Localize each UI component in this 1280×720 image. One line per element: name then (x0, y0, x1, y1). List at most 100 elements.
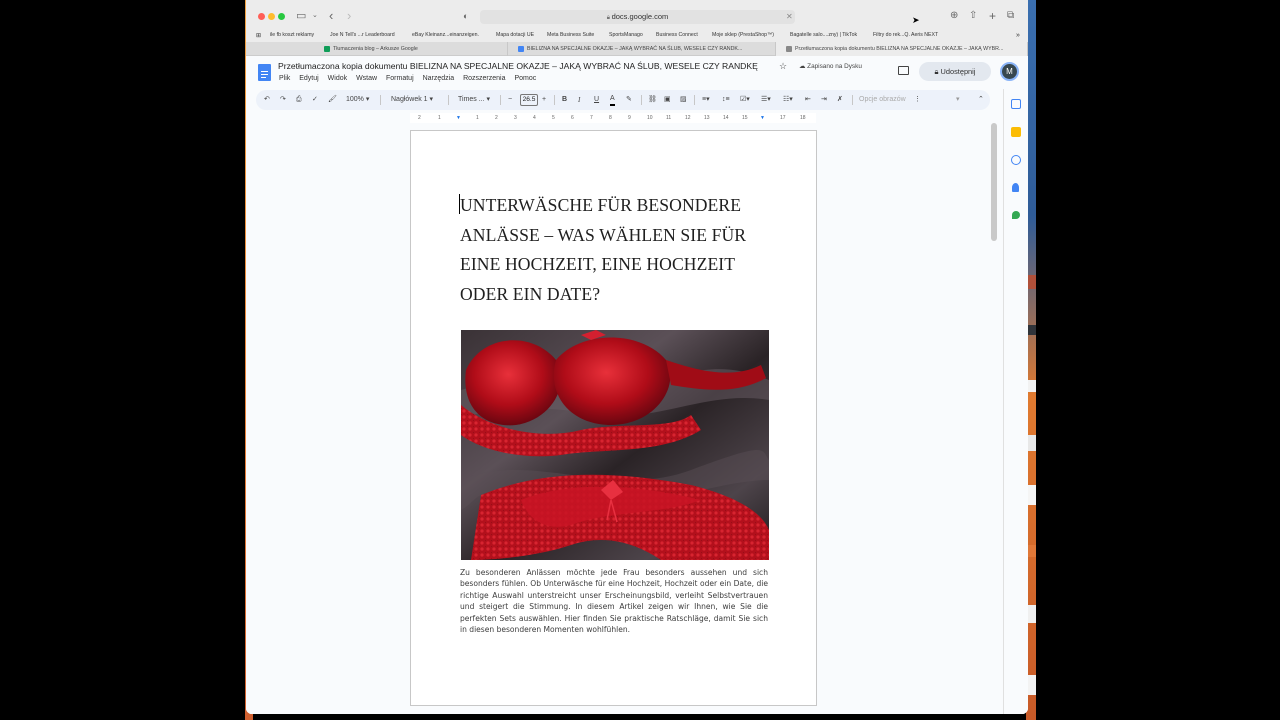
maps-icon[interactable] (1012, 211, 1020, 219)
decrease-indent-icon[interactable]: ⇤ (805, 94, 811, 106)
add-comment-icon[interactable]: ▣ (664, 94, 671, 106)
bookmark-item[interactable]: Mapa dotacji UE (496, 32, 534, 38)
mode-chevron-icon[interactable]: ▾ (956, 94, 960, 106)
tab-translated-doc[interactable]: Przetłumaczona kopia dokumentu BIELIZNA … (776, 42, 1028, 56)
keep-icon[interactable] (1011, 127, 1021, 137)
address-bar[interactable]: 🔒︎ docs.google.com (480, 10, 795, 24)
align-icon[interactable]: ≡▾ (702, 94, 710, 106)
checklist-icon[interactable]: ☑▾ (740, 94, 750, 106)
text-color-icon[interactable]: A (610, 94, 615, 106)
bookmark-item[interactable]: Business Connect (656, 32, 698, 38)
italic-icon[interactable]: I (578, 94, 580, 106)
comment-history-icon[interactable] (898, 66, 909, 75)
menu-format[interactable]: Formatuj (386, 75, 414, 82)
clear-formatting-icon[interactable]: ✗ (837, 94, 843, 106)
menu-help[interactable]: Pomoc (514, 75, 536, 82)
highlight-icon[interactable]: ✎ (626, 94, 632, 106)
menu-tools[interactable]: Narzędzia (423, 75, 455, 82)
back-arrow-icon[interactable]: ‹ (329, 9, 333, 23)
docs-logo-icon[interactable] (258, 64, 271, 81)
menu-insert[interactable]: Wstaw (356, 75, 377, 82)
minimize-window-button[interactable] (268, 13, 275, 20)
decrease-font-size-icon[interactable]: − (508, 94, 512, 106)
tab-original-doc[interactable]: BIELIZNA NA SPECJALNE OKAZJE – JAKĄ WYBR… (508, 42, 776, 56)
bookmarks-overflow-icon[interactable]: » (1016, 32, 1020, 39)
image-options-button[interactable]: Opcje obrazów (859, 94, 906, 106)
ruler-number: 17 (780, 115, 786, 121)
new-tab-icon[interactable]: + (989, 9, 996, 23)
font-select[interactable]: Times ... ▾ (458, 94, 490, 106)
link-icon[interactable]: ⛓︎ (648, 94, 657, 106)
zoom-select[interactable]: 100% ▾ (346, 94, 369, 106)
tab-bar: Tłumaczenia blog – Arkusze Google BIELIZ… (246, 42, 1028, 56)
increase-font-size-icon[interactable]: + (542, 94, 546, 106)
document-canvas[interactable]: UNTERWÄSCHE FÜR BESONDERE ANLÄSSE – WAS … (246, 123, 1028, 714)
increase-indent-icon[interactable]: ⇥ (821, 94, 827, 106)
menu-file[interactable]: Plik (279, 75, 290, 82)
bookmark-item[interactable]: eBay Kleinanz...einanzeigen. (412, 32, 479, 38)
menu-edit[interactable]: Edytuj (299, 75, 318, 82)
bookmark-item[interactable]: Bagatelle salo....zny) | TikTok (790, 32, 857, 38)
font-size-input[interactable]: 26.5 (520, 94, 538, 106)
document-heading[interactable]: UNTERWÄSCHE FÜR BESONDERE ANLÄSSE – WAS … (460, 191, 780, 309)
avatar[interactable]: M (1000, 62, 1019, 81)
download-icon[interactable]: ⊕ (950, 9, 958, 23)
tasks-icon[interactable] (1011, 155, 1021, 165)
ruler-number: 13 (704, 115, 710, 121)
bookmark-item[interactable]: Meta Business Suite (547, 32, 594, 38)
scrollbar[interactable] (991, 123, 997, 241)
menu-extensions[interactable]: Rozszerzenia (463, 75, 505, 82)
bookmark-item[interactable]: Filtry do rek...Q. Aeris NEXT (873, 32, 938, 38)
ruler-number: 15 (742, 115, 748, 121)
document-page[interactable]: UNTERWÄSCHE FÜR BESONDERE ANLÄSSE – WAS … (410, 130, 817, 706)
chevron-down-icon[interactable]: ⌄ (312, 9, 318, 23)
undo-icon[interactable]: ↶ (264, 94, 270, 106)
contacts-icon[interactable] (1012, 183, 1019, 192)
menu-bar: Plik Edytuj Widok Wstaw Formatuj Narzędz… (279, 75, 543, 82)
spellcheck-icon[interactable]: ✓ (312, 94, 318, 106)
redo-icon[interactable]: ↷ (280, 94, 286, 106)
bulleted-list-icon[interactable]: ☰▾ (761, 94, 771, 106)
document-title[interactable]: Przetłumaczona kopia dokumentu BIELIZNA … (278, 61, 758, 71)
paint-format-icon[interactable]: 🖌︎ (328, 94, 337, 106)
indent-marker-icon[interactable]: ▼ (456, 113, 461, 123)
bookmark-item[interactable]: SportsManago (609, 32, 643, 38)
numbered-list-icon[interactable]: ☷▾ (783, 94, 793, 106)
privacy-shield-icon[interactable]: ◐ (463, 9, 468, 23)
zoom-window-button[interactable] (278, 13, 285, 20)
forward-arrow-icon[interactable]: › (347, 9, 351, 23)
tab-overview-icon[interactable]: ⧉ (1007, 9, 1014, 23)
print-icon[interactable]: ⎙ (296, 94, 302, 106)
bookmarks-grid-icon[interactable]: ⊞ (256, 32, 261, 39)
vertical-ruler[interactable] (246, 130, 258, 714)
more-options-icon[interactable]: ⋮ (914, 94, 921, 106)
desktop-window-strip (1028, 245, 1036, 720)
star-icon[interactable]: ☆ (779, 61, 787, 72)
format-toolbar: ↶ ↷ ⎙ ✓ 🖌︎ 100% ▾ Nagłówek 1 ▾ Times ...… (256, 90, 990, 110)
menu-view[interactable]: Widok (328, 75, 347, 82)
right-indent-marker-icon[interactable]: ▼ (760, 113, 765, 123)
collapse-menus-icon[interactable]: ⌃ (978, 94, 984, 106)
underline-icon[interactable]: U (594, 94, 599, 106)
horizontal-ruler[interactable]: 2 1 ▼ 1 2 3 4 5 6 7 8 9 10 11 12 13 14 1… (410, 113, 816, 123)
calendar-icon[interactable] (1011, 99, 1021, 109)
clear-url-icon[interactable]: ✕ (786, 10, 793, 24)
lingerie-photo[interactable] (461, 330, 769, 560)
ruler-number: 14 (723, 115, 729, 121)
insert-image-icon[interactable]: ▨ (680, 94, 687, 106)
bold-icon[interactable]: B (562, 94, 567, 106)
tab-sheets[interactable]: Tłumaczenia blog – Arkusze Google (246, 42, 508, 56)
bookmark-item[interactable]: ile fb koszt reklamy (270, 32, 314, 38)
close-window-button[interactable] (258, 13, 265, 20)
docs-icon (786, 45, 792, 52)
save-status[interactable]: ☁︎ Zapisano na Dysku (799, 62, 862, 70)
sidebar-toggle-icon[interactable]: ▭ (296, 9, 306, 23)
share-button[interactable]: 🔒︎ Udostępnij (919, 62, 991, 81)
style-select[interactable]: Nagłówek 1 ▾ (391, 94, 433, 106)
line-spacing-icon[interactable]: ↕≡ (722, 94, 730, 106)
bookmark-item[interactable]: Joe N Tell's ...r Leaderboard (330, 32, 395, 38)
bookmark-item[interactable]: Moje sklep (PrestaShop™) (712, 32, 774, 38)
ruler-number: 11 (666, 115, 672, 121)
document-paragraph[interactable]: Zu besonderen Anlässen möchte jede Frau … (460, 567, 768, 635)
share-icon[interactable]: ⇧ (969, 9, 977, 23)
